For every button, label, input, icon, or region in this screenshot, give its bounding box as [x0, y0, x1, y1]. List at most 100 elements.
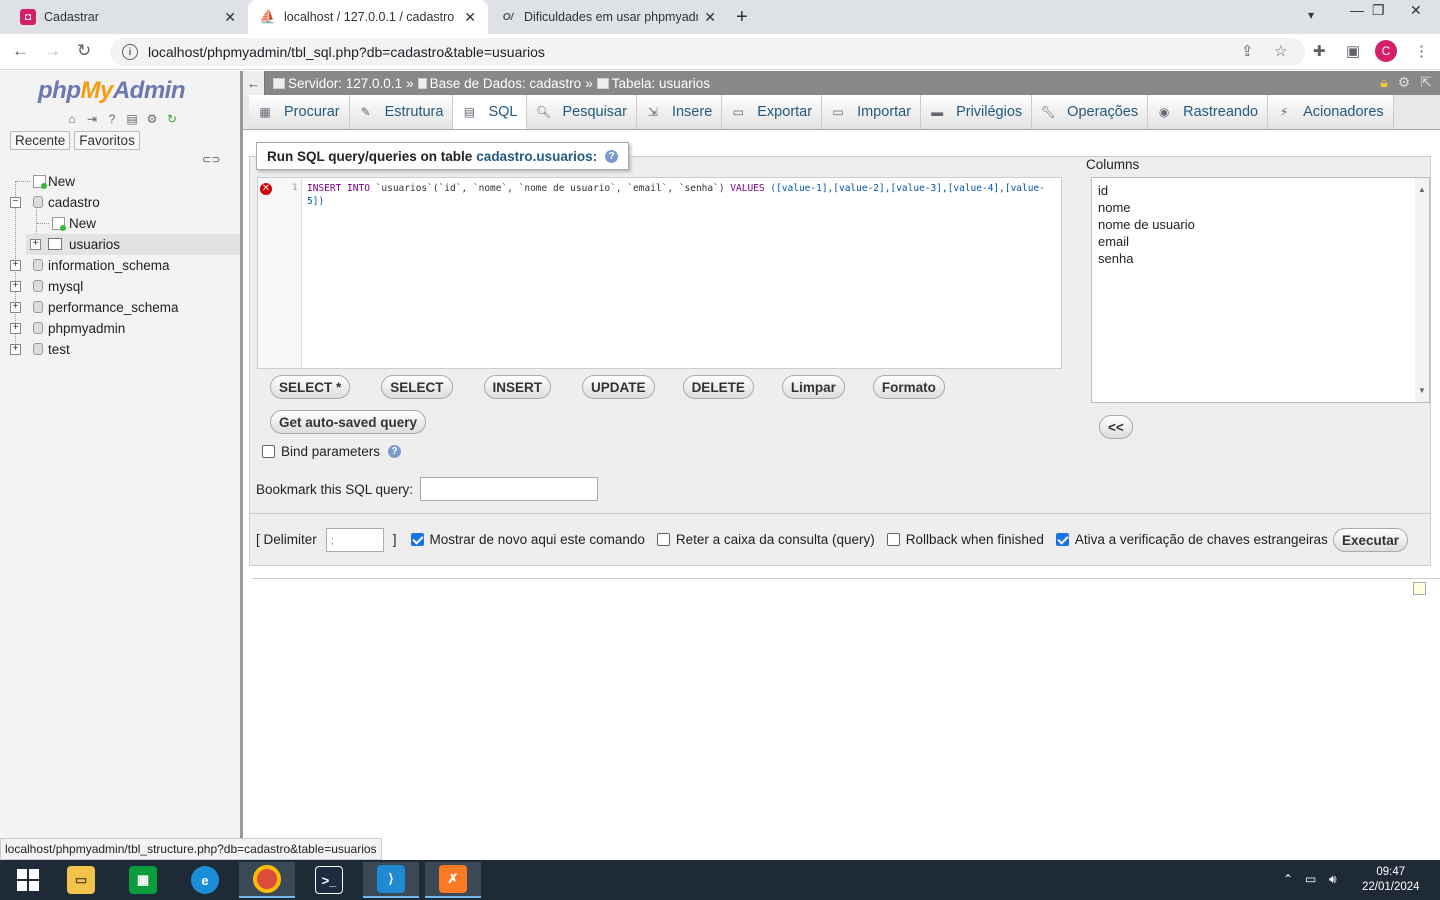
- close-tab-icon[interactable]: ✕: [704, 9, 716, 26]
- restore-button[interactable]: ❐: [1372, 2, 1385, 19]
- tree-item-test[interactable]: + test: [0, 339, 240, 360]
- insert-button[interactable]: INSERT: [483, 375, 552, 399]
- expand-icon[interactable]: +: [10, 344, 21, 355]
- phpmyadmin-logo[interactable]: phpMyAdmin: [38, 77, 186, 105]
- vscode-button[interactable]: ⟩: [363, 862, 419, 898]
- tree-item-new[interactable]: New: [0, 171, 240, 192]
- new-tab-button[interactable]: +: [736, 6, 748, 29]
- column-option[interactable]: senha: [1098, 250, 1423, 267]
- column-option[interactable]: nome: [1098, 199, 1423, 216]
- breadcrumb-database[interactable]: Base de Dados: cadastro: [430, 76, 582, 91]
- scroll-down-icon[interactable]: ▼: [1418, 382, 1426, 399]
- edge-button[interactable]: e: [177, 862, 233, 898]
- columns-scrollbar[interactable]: ▲ ▼: [1415, 178, 1429, 402]
- expand-icon[interactable]: +: [10, 302, 21, 313]
- home-icon[interactable]: ⌂: [64, 111, 80, 127]
- column-option[interactable]: nome de usuario: [1098, 216, 1423, 233]
- help-icon[interactable]: ?: [605, 149, 619, 163]
- close-tab-icon[interactable]: ✕: [224, 9, 236, 26]
- delete-button[interactable]: DELETE: [682, 375, 754, 399]
- scroll-up-icon[interactable]: ▲: [1418, 181, 1426, 198]
- bind-parameters-checkbox[interactable]: [262, 445, 275, 458]
- retain-box-option[interactable]: Reter a caixa da consulta (query): [656, 532, 875, 547]
- rollback-checkbox[interactable]: [886, 533, 900, 546]
- back-arrow-icon[interactable]: ←: [12, 41, 29, 61]
- foreign-keys-checkbox[interactable]: [1055, 533, 1069, 546]
- browser-tab-dificuldades[interactable]: O/ Dificuldades em usar phpmyadm ✕: [488, 0, 728, 34]
- extensions-puzzle-icon[interactable]: ✚: [1313, 42, 1326, 60]
- volume-icon[interactable]: 🔊︎: [1329, 872, 1337, 887]
- expand-icon[interactable]: +: [10, 260, 21, 271]
- collapse-nav-arrow-icon[interactable]: ←: [243, 71, 265, 95]
- clear-button[interactable]: Limpar: [781, 375, 845, 399]
- share-icon[interactable]: ⇪: [1241, 42, 1254, 60]
- tab-exportar[interactable]: ▭ Exportar: [722, 95, 823, 129]
- execute-button[interactable]: Executar: [1332, 528, 1408, 552]
- select-all-button[interactable]: SELECT *: [270, 375, 351, 399]
- delimiter-input[interactable]: ;: [325, 527, 384, 552]
- sql-editor[interactable]: ✕ 1 INSERT INTO `usuarios`(`id`, `nome`,…: [257, 177, 1062, 369]
- file-explorer-button[interactable]: ▭: [53, 862, 109, 898]
- docs-icon[interactable]: ▤: [124, 111, 140, 127]
- settings-gear-icon[interactable]: ⚙: [1398, 74, 1411, 91]
- address-bar[interactable]: i localhost/phpmyadmin/tbl_sql.php?db=ca…: [110, 38, 1305, 66]
- browser-tab-cadastrar[interactable]: ◘ Cadastrar ✕: [8, 0, 248, 34]
- side-panel-icon[interactable]: ▣: [1346, 42, 1360, 60]
- collapse-icon[interactable]: −: [10, 197, 21, 208]
- logout-icon[interactable]: ⇥: [84, 111, 100, 127]
- chrome-button[interactable]: [239, 862, 295, 898]
- tree-item-phpmyadmin[interactable]: + phpmyadmin: [0, 318, 240, 339]
- browser-tab-phpmyadmin[interactable]: ⛵ localhost / 127.0.0.1 / cadastro / ✕: [248, 0, 488, 34]
- recent-button[interactable]: Recente: [10, 131, 71, 150]
- show-again-checkbox[interactable]: [410, 533, 424, 546]
- tab-importar[interactable]: ▭ Importar: [822, 95, 922, 129]
- tab-procurar[interactable]: ▦ Procurar: [249, 95, 350, 129]
- console-toggle-icon[interactable]: [1413, 582, 1426, 595]
- help-icon[interactable]: ?: [388, 445, 402, 458]
- column-option[interactable]: email: [1098, 233, 1423, 250]
- insert-column-button[interactable]: <<: [1099, 415, 1133, 439]
- tree-item-cadastro[interactable]: − cadastro: [0, 192, 240, 213]
- settings-gear-icon[interactable]: ⚙: [144, 111, 160, 127]
- store-button[interactable]: ▦: [115, 862, 171, 898]
- expand-icon[interactable]: +: [30, 239, 41, 250]
- tab-operacoes[interactable]: 🔧︎ Operações: [1032, 95, 1149, 129]
- xampp-button[interactable]: ✗: [425, 862, 481, 898]
- panel-splitter[interactable]: [240, 71, 243, 860]
- tree-item-information-schema[interactable]: + information_schema: [0, 255, 240, 276]
- tab-search-chevron-icon[interactable]: ▾: [1308, 8, 1314, 22]
- forward-arrow-icon[interactable]: →: [44, 41, 61, 61]
- get-autosaved-query-button[interactable]: Get auto-saved query: [270, 410, 427, 434]
- show-hidden-icons-chevron-icon[interactable]: ⌃: [1283, 872, 1293, 886]
- tab-sql[interactable]: ▤ SQL: [453, 95, 528, 129]
- favorites-button[interactable]: Favoritos: [74, 131, 140, 150]
- profile-avatar[interactable]: C: [1375, 40, 1397, 62]
- tab-pesquisar[interactable]: 🔍︎ Pesquisar: [527, 95, 637, 129]
- reload-icon[interactable]: ↻: [77, 41, 91, 61]
- network-icon[interactable]: ▭: [1305, 872, 1316, 886]
- close-window-button[interactable]: ✕: [1410, 2, 1422, 19]
- show-again-option[interactable]: Mostrar de novo aqui este comando: [410, 532, 645, 547]
- column-option[interactable]: id: [1098, 182, 1423, 199]
- update-button[interactable]: UPDATE: [582, 375, 655, 399]
- select-button[interactable]: SELECT: [381, 375, 453, 399]
- tab-acionadores[interactable]: ⚡︎ Acionadores: [1268, 95, 1394, 129]
- taskbar-clock[interactable]: 09:47 22/01/2024: [1362, 865, 1420, 895]
- tab-rastreando[interactable]: ◉ Rastreando: [1148, 95, 1269, 129]
- help-icon[interactable]: ?: [104, 111, 120, 127]
- tree-item-performance-schema[interactable]: + performance_schema: [0, 297, 240, 318]
- expand-icon[interactable]: +: [10, 281, 21, 292]
- tree-item-cadastro-new[interactable]: New: [0, 213, 240, 234]
- foreign-keys-option[interactable]: Ativa a verificação de chaves estrangeir…: [1055, 532, 1328, 547]
- browser-menu-icon[interactable]: ⋮: [1414, 42, 1429, 60]
- link-with-main-panel-icon[interactable]: ⊂⊃: [202, 153, 220, 166]
- error-marker-icon[interactable]: ✕: [260, 183, 272, 195]
- refresh-icon[interactable]: ↻: [164, 111, 180, 127]
- tree-item-usuarios[interactable]: + usuarios: [26, 234, 240, 255]
- close-tab-icon[interactable]: ✕: [464, 9, 476, 26]
- tab-estrutura[interactable]: ✎ Estrutura: [349, 95, 454, 129]
- rollback-option[interactable]: Rollback when finished: [886, 532, 1044, 547]
- tab-insere[interactable]: ⇲ Insere: [636, 95, 723, 129]
- site-info-icon[interactable]: i: [122, 44, 138, 60]
- expand-icon[interactable]: +: [10, 323, 21, 334]
